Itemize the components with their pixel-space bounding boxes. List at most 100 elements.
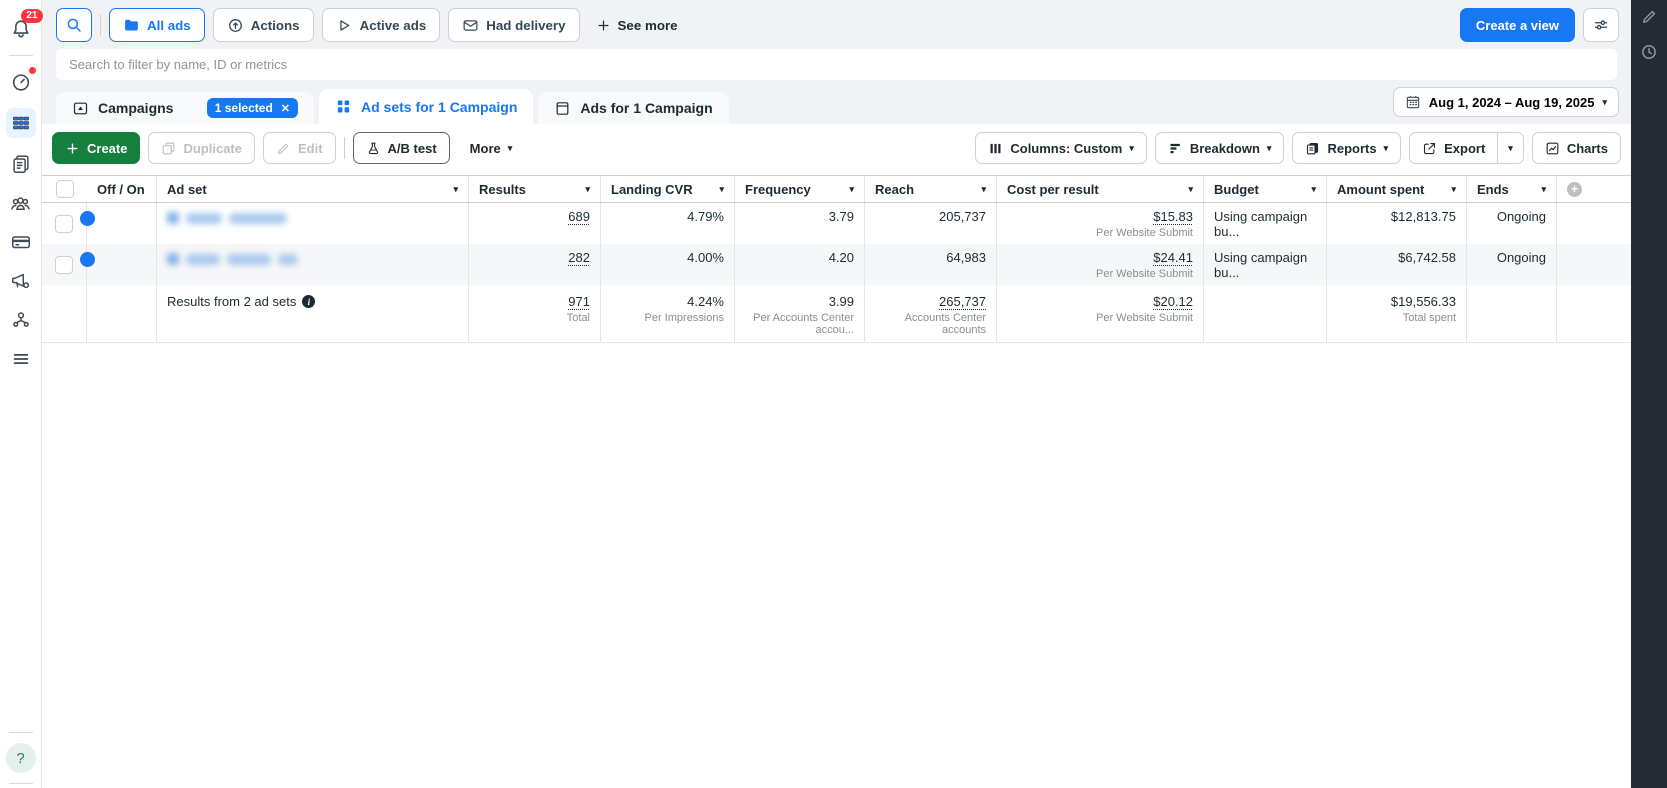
ad-set-name-redacted[interactable]	[167, 253, 458, 265]
columns-button[interactable]: Columns: Custom ▾	[975, 132, 1146, 164]
filter-chip-all-ads[interactable]: All ads	[109, 8, 205, 42]
all-tools-menu-icon[interactable]	[8, 346, 34, 372]
tab-campaigns-label: Campaigns	[98, 100, 173, 116]
col-header-ad-set[interactable]: Ad set ▾	[157, 176, 469, 202]
date-range-picker[interactable]: Aug 1, 2024 – Aug 19, 2025 ▾	[1393, 87, 1619, 117]
view-settings-button[interactable]	[1583, 8, 1619, 42]
landing-cvr-value: 4.00%	[687, 250, 724, 265]
filter-chip-had-delivery[interactable]: Had delivery	[448, 8, 579, 42]
create-button[interactable]: Create	[52, 132, 140, 164]
marketing-megaphone-icon[interactable]	[8, 268, 34, 294]
sort-caret-icon: ▾	[981, 185, 986, 194]
search-input[interactable]	[56, 49, 1617, 80]
billing-card-icon[interactable]	[8, 229, 34, 255]
landing-cvr-value: 4.79%	[687, 209, 724, 224]
tab-campaigns[interactable]: Campaigns 1 selected ✕	[56, 92, 314, 124]
reports-icon	[1305, 141, 1320, 156]
ads-reporting-pages-icon[interactable]	[8, 151, 34, 177]
breakdown-button[interactable]: Breakdown ▾	[1155, 132, 1285, 164]
select-all-checkbox[interactable]	[56, 180, 74, 198]
col-header-off-on: Off / On	[87, 176, 157, 202]
filter-chip-label: Active ads	[360, 18, 427, 33]
totals-amount-spent: $19,556.33	[1391, 294, 1456, 309]
totals-row: Results from 2 ad sets i 971 Total 4.24%…	[42, 285, 1631, 343]
export-button[interactable]: Export	[1410, 133, 1497, 163]
frequency-value: 4.20	[829, 250, 854, 265]
col-header-frequency[interactable]: Frequency ▾	[735, 176, 865, 202]
audiences-people-icon[interactable]	[8, 190, 34, 216]
plus-icon	[596, 18, 611, 33]
cost-per-result-sub: Per Website Submit	[1007, 227, 1193, 239]
gauge-alert-dot	[28, 66, 37, 75]
more-button[interactable]: More ▾	[458, 132, 525, 164]
col-header-landing-cvr[interactable]: Landing CVR ▾	[601, 176, 735, 202]
duplicate-button[interactable]: Duplicate	[148, 132, 255, 164]
totals-results[interactable]: 971	[568, 294, 590, 309]
col-header-reach[interactable]: Reach ▾	[865, 176, 997, 202]
budget-value: Using campaign bu...	[1214, 250, 1307, 280]
row-checkbox[interactable]	[55, 215, 73, 233]
table-header-row: Off / On Ad set ▾ Results ▾ Landing CVR …	[42, 175, 1631, 203]
info-icon[interactable]: i	[302, 295, 315, 308]
col-header-cost-per-result[interactable]: Cost per result ▾	[997, 176, 1204, 202]
notifications-bell-icon[interactable]: 21	[8, 16, 34, 42]
col-header-results[interactable]: Results ▾	[469, 176, 601, 202]
folder-icon	[123, 17, 140, 34]
filter-chip-active-ads[interactable]: Active ads	[322, 8, 441, 42]
cost-per-result-value[interactable]: $24.41	[1153, 250, 1193, 265]
amount-spent-value: $12,813.75	[1391, 209, 1456, 224]
campaigns-table-icon[interactable]	[6, 108, 36, 138]
totals-reach[interactable]: 265,737	[939, 294, 986, 309]
duplicate-icon	[161, 141, 176, 156]
history-clock-icon[interactable]	[1640, 43, 1658, 61]
totals-amount-spent-sub: Total spent	[1337, 312, 1456, 324]
edit-pencil-icon[interactable]	[1641, 8, 1658, 25]
selected-count-badge[interactable]: 1 selected ✕	[207, 98, 298, 118]
col-header-budget[interactable]: Budget ▾	[1204, 176, 1327, 202]
divider	[344, 137, 345, 159]
reports-button[interactable]: Reports ▾	[1292, 132, 1401, 164]
col-header-ends[interactable]: Ends ▾	[1467, 176, 1557, 202]
filter-chip-label: Had delivery	[486, 18, 565, 33]
export-options-button[interactable]: ▾	[1497, 133, 1523, 163]
search-button[interactable]	[56, 8, 92, 42]
add-column-icon[interactable]: +	[1567, 182, 1582, 197]
business-structure-icon[interactable]	[8, 307, 34, 333]
ad-set-name-redacted[interactable]	[167, 212, 458, 224]
cost-per-result-value[interactable]: $15.83	[1153, 209, 1193, 224]
sort-caret-icon: ▾	[453, 185, 458, 194]
envelope-icon	[462, 17, 479, 34]
filter-chip-label: All ads	[147, 18, 191, 33]
level-tabs: Campaigns 1 selected ✕ Ad sets for 1 Cam…	[42, 80, 1631, 124]
campaigns-folder-icon	[72, 100, 89, 117]
totals-cost-per-result[interactable]: $20.12	[1153, 294, 1193, 309]
row-checkbox[interactable]	[55, 256, 73, 274]
table-row: 689 4.79% 3.79 205,737 $15.83 Per Websit…	[42, 203, 1631, 244]
tab-ad-sets[interactable]: Ad sets for 1 Campaign	[319, 89, 533, 124]
search-filter-row	[42, 42, 1631, 80]
sort-caret-icon: ▾	[719, 185, 724, 194]
edit-button[interactable]: Edit	[263, 132, 336, 164]
filter-chip-actions[interactable]: Actions	[213, 8, 314, 42]
totals-cost-per-result-sub: Per Website Submit	[1007, 312, 1193, 324]
filter-chip-label: Actions	[251, 18, 300, 33]
tab-ads[interactable]: Ads for 1 Campaign	[538, 92, 728, 124]
help-button[interactable]: ?	[6, 743, 36, 773]
results-value[interactable]: 689	[568, 209, 590, 224]
create-a-view-button[interactable]: Create a view	[1460, 8, 1575, 42]
charts-button[interactable]: Charts	[1532, 132, 1621, 164]
chevron-down-icon: ▾	[508, 144, 513, 153]
totals-frequency: 3.99	[829, 294, 854, 309]
totals-landing-cvr-sub: Per Impressions	[611, 312, 724, 324]
clear-selection-icon[interactable]: ✕	[281, 102, 290, 115]
ab-test-button[interactable]: A/B test	[353, 132, 450, 164]
sidebar-divider	[9, 732, 33, 733]
results-value[interactable]: 282	[568, 250, 590, 265]
plus-icon	[65, 141, 80, 156]
reach-value: 64,983	[946, 250, 986, 265]
col-header-amount-spent[interactable]: Amount spent ▾	[1327, 176, 1467, 202]
totals-reach-sub: Accounts Center accounts	[875, 312, 986, 336]
account-overview-gauge-icon[interactable]	[8, 69, 34, 95]
reach-value: 205,737	[939, 209, 986, 224]
see-more-filters-button[interactable]: See more	[588, 8, 686, 42]
